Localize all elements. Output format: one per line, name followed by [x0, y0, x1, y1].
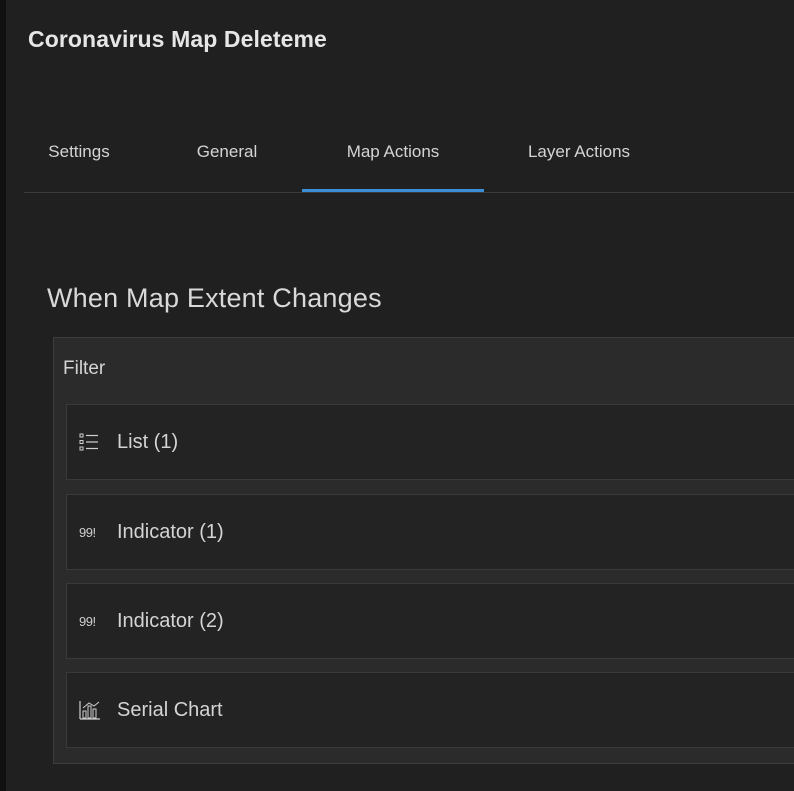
list-icon: [79, 432, 113, 452]
settings-panel: Coronavirus Map Deleteme Settings Genera…: [0, 0, 794, 791]
indicator-icon: 99!: [79, 613, 96, 629]
target-row-indicator-1[interactable]: 99! Indicator (1): [66, 494, 794, 570]
target-row-indicator-2[interactable]: 99! Indicator (2): [66, 583, 794, 659]
filter-group: Filter List (1) 99! Indicator (1) 99! In…: [53, 337, 794, 764]
filter-label: Filter: [63, 358, 106, 379]
target-row-list[interactable]: List (1): [66, 404, 794, 480]
indicator-icon: 99!: [79, 524, 96, 540]
dashboard-title: Coronavirus Map Deleteme: [28, 26, 327, 52]
serial-chart-icon: [79, 700, 113, 720]
row-label: List (1): [117, 430, 179, 453]
tab-bar: Settings General Map Actions Layer Actio…: [24, 126, 794, 193]
row-label: Serial Chart: [117, 698, 223, 721]
tab-settings[interactable]: Settings: [24, 126, 134, 190]
tab-layer-actions[interactable]: Layer Actions: [494, 126, 664, 190]
tab-general[interactable]: General: [172, 126, 282, 190]
target-row-serial-chart[interactable]: Serial Chart: [66, 672, 794, 748]
row-label: Indicator (1): [117, 520, 224, 543]
tab-map-actions[interactable]: Map Actions: [302, 126, 484, 192]
row-label: Indicator (2): [117, 609, 224, 632]
section-heading: When Map Extent Changes: [47, 283, 382, 313]
